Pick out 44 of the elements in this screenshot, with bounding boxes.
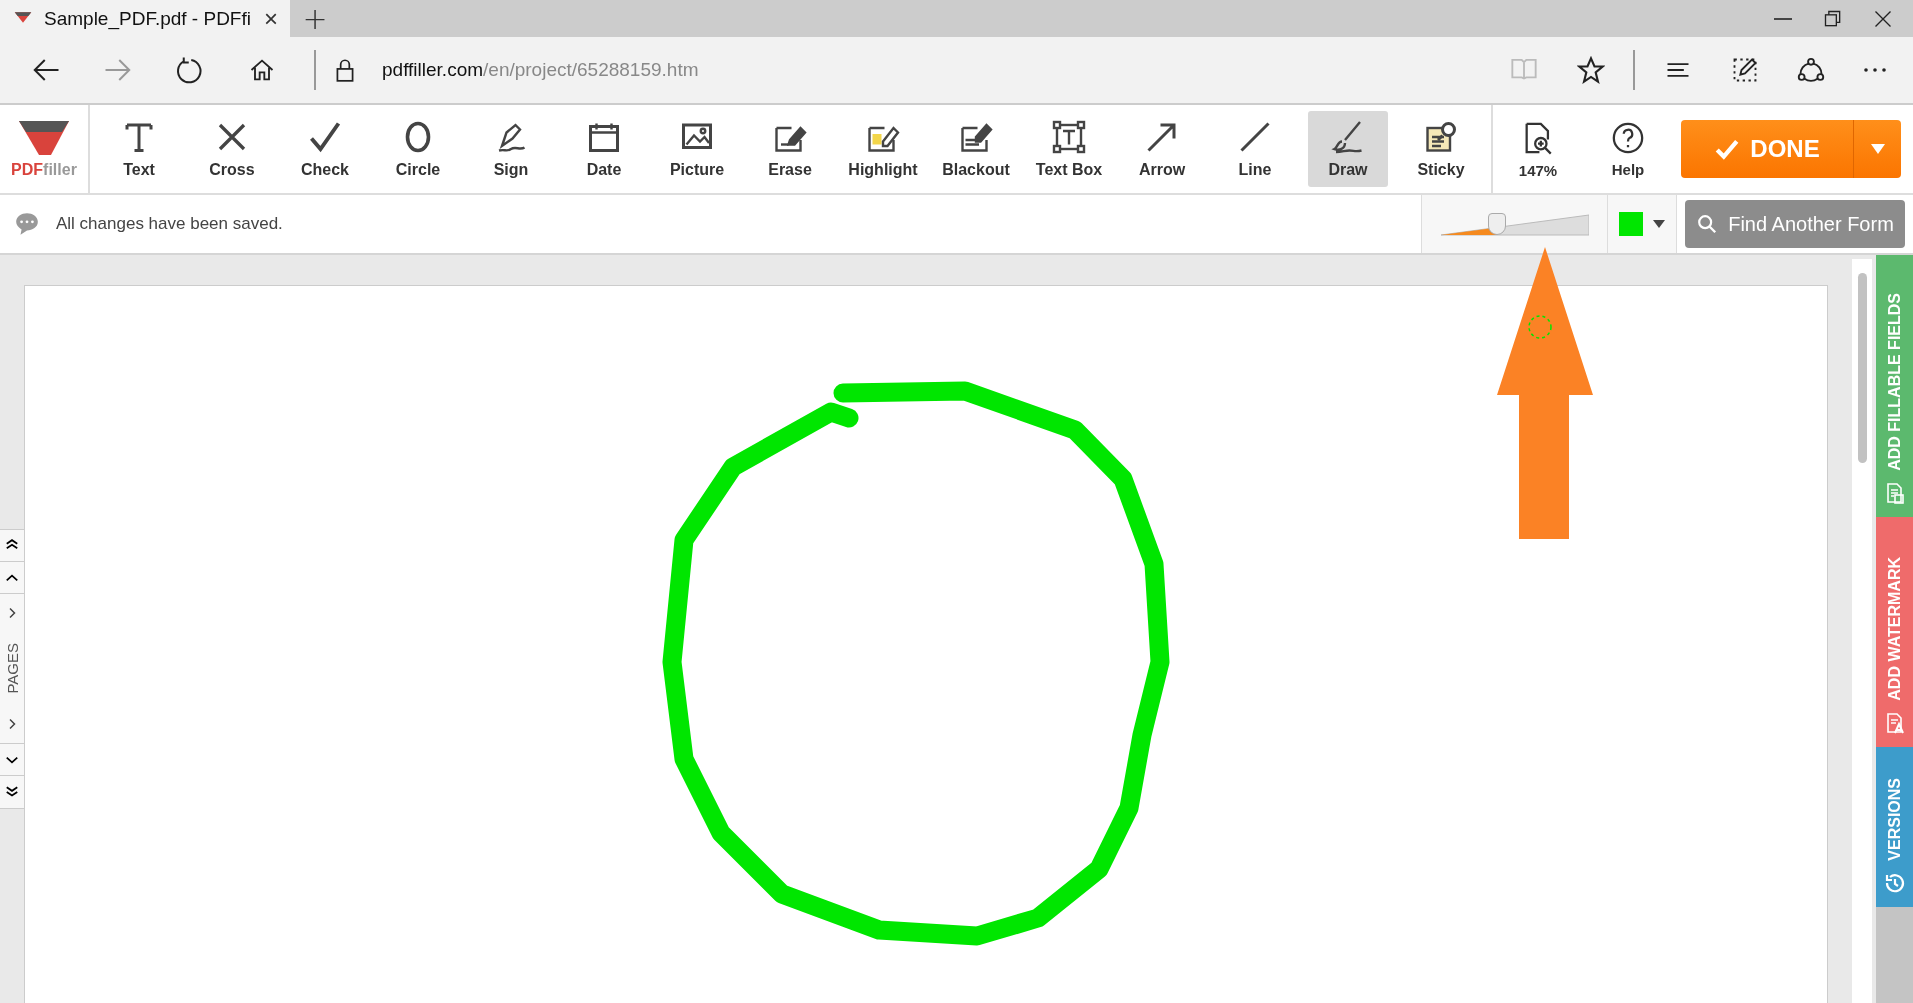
more-icon: [1863, 67, 1887, 73]
save-status-message: All changes have been saved.: [56, 214, 283, 234]
tool-button[interactable]: Arrow: [1122, 111, 1202, 187]
tool-button[interactable]: Sticky: [1401, 111, 1481, 187]
tool-button[interactable]: Picture: [657, 111, 737, 187]
tool-button[interactable]: Sign: [471, 111, 551, 187]
share-icon: [1797, 56, 1825, 84]
pdffiller-logo-text: PDFfiller: [11, 161, 77, 179]
tool-button[interactable]: Check: [285, 111, 365, 187]
web-note-icon: [1731, 56, 1759, 84]
new-tab-button[interactable]: +: [290, 0, 340, 37]
close-tab-button[interactable]: ×: [264, 6, 278, 31]
pages-label[interactable]: PAGES: [3, 643, 21, 694]
cursor-icon: [1527, 314, 1553, 340]
tool-button[interactable]: Text Box: [1029, 111, 1109, 187]
tool-button[interactable]: Date: [564, 111, 644, 187]
refresh-icon: [175, 55, 205, 85]
search-icon: [1696, 213, 1719, 235]
help-button[interactable]: Help: [1583, 105, 1673, 193]
close-icon: [1873, 8, 1893, 29]
slider-thumb[interactable]: [1487, 213, 1506, 235]
tool-button[interactable]: Blackout: [936, 111, 1016, 187]
browser-tab[interactable]: Sample_PDF.pdf - PDFfi ×: [0, 0, 290, 37]
zoom-button[interactable]: 147%: [1493, 105, 1583, 193]
star-icon: [1577, 56, 1605, 84]
double-chevron-down-icon: [5, 785, 19, 799]
text-box-icon: [1051, 119, 1087, 155]
sticky-note-icon: [1423, 119, 1459, 155]
help-icon: [1611, 120, 1645, 155]
thickness-slider[interactable]: [1440, 211, 1589, 237]
caret-icon: [1870, 144, 1885, 154]
tool-button[interactable]: Highlight: [843, 111, 923, 187]
caret-icon: [1653, 220, 1665, 228]
url-domain[interactable]: pdffiller.com: [382, 59, 484, 81]
tool-button[interactable]: Circle: [378, 111, 458, 187]
tool-button[interactable]: Text: [99, 111, 179, 187]
pdffiller-logo-icon: [17, 119, 71, 157]
restore-icon: [1823, 8, 1843, 29]
tool-button[interactable]: Erase: [750, 111, 830, 187]
tool-button[interactable]: Line: [1215, 111, 1295, 187]
minimize-icon: [1773, 16, 1793, 21]
tool-button[interactable]: Cross: [192, 111, 272, 187]
tab-title: Sample_PDF.pdf - PDFfi: [44, 7, 252, 30]
tool-button[interactable]: Draw: [1308, 111, 1388, 187]
